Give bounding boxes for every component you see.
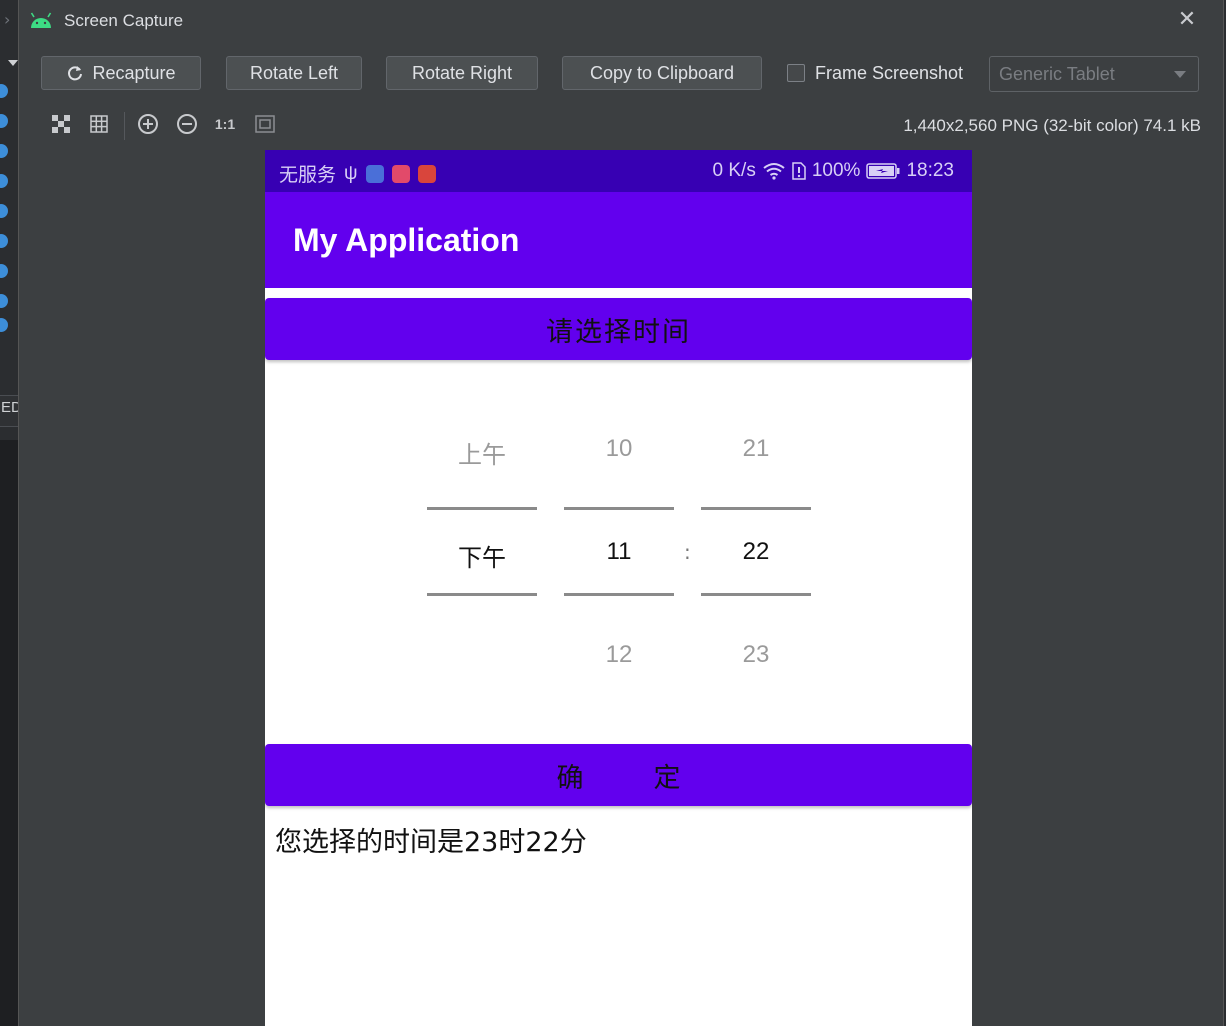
bullet-icon: [0, 114, 8, 128]
zoom-out-icon[interactable]: [175, 112, 199, 136]
toolbar-separator: [124, 112, 125, 140]
battery-charging-icon: [866, 163, 900, 179]
frame-screenshot-checkbox[interactable]: Frame Screenshot: [787, 56, 963, 90]
bullet-icon: [0, 318, 8, 332]
ampm-above[interactable]: 上午: [427, 435, 537, 470]
bullet-icon: [0, 294, 8, 308]
file-info: 1,440x2,560 PNG (32-bit color) 74.1 kB: [903, 116, 1201, 135]
usb-icon: ψ: [344, 162, 358, 184]
refresh-icon: [68, 66, 83, 81]
minute-below[interactable]: 23: [701, 641, 811, 669]
battery-percent: 100%: [811, 160, 861, 181]
fit-screen-icon[interactable]: [253, 112, 277, 136]
bullet-icon: [0, 204, 8, 218]
actual-size-button[interactable]: 1:1: [213, 112, 237, 136]
frame-screenshot-label: Frame Screenshot: [815, 62, 964, 83]
carrier-status: 无服务: [279, 165, 337, 186]
close-icon[interactable]: ✕: [1175, 8, 1199, 32]
hour-below[interactable]: 12: [564, 641, 674, 669]
copy-label: Copy to Clipboard: [589, 62, 735, 83]
toolbar: Recapture Rotate Left Rotate Right Copy …: [19, 56, 1223, 96]
checkerboard-icon[interactable]: [49, 112, 73, 136]
status-bar: 无服务 ψ 0 K/s 100% 18:23: [265, 150, 972, 192]
rotate-right-button[interactable]: Rotate Right: [386, 56, 538, 90]
android-icon: [30, 12, 52, 28]
rotate-right-label: Rotate Right: [411, 62, 513, 83]
minute-selected[interactable]: 22: [701, 538, 811, 566]
hour-divider-top: [564, 507, 674, 510]
grid-icon[interactable]: [87, 112, 111, 136]
checkbox-box[interactable]: [787, 64, 805, 82]
minute-above[interactable]: 21: [701, 435, 811, 463]
device-screenshot: 无服务 ψ 0 K/s 100% 18:23 My Application 请选…: [265, 150, 972, 1026]
bullet-icon: [0, 234, 8, 248]
recapture-button[interactable]: Recapture: [41, 56, 201, 90]
hour-above[interactable]: 10: [564, 435, 674, 463]
confirm-label-left: 确: [556, 762, 584, 794]
result-text: 您选择的时间是23时22分: [275, 827, 587, 858]
chevron-down-icon: [1174, 71, 1186, 78]
bullet-icon: [0, 174, 8, 188]
rotate-left-button[interactable]: Rotate Left: [226, 56, 362, 90]
ampm-divider-top: [427, 507, 537, 510]
news-notification-icon: [417, 164, 436, 183]
hour-selected[interactable]: 11: [564, 538, 674, 566]
title-bar: Screen Capture ✕: [19, 0, 1223, 42]
sim-icon: [792, 162, 806, 180]
select-time-button[interactable]: 请选择时间: [265, 298, 972, 360]
bullet-icon: [0, 144, 8, 158]
maps-notification-icon: [391, 164, 410, 183]
confirm-label-right: 定: [653, 762, 681, 794]
minute-divider-top: [701, 507, 811, 510]
copy-to-clipboard-button[interactable]: Copy to Clipboard: [562, 56, 762, 90]
recapture-label: Recapture: [92, 62, 176, 83]
app-notification-icon: [365, 164, 384, 183]
bullet-icon: [0, 84, 8, 98]
bullet-icon: [0, 264, 8, 278]
ampm-selected[interactable]: 下午: [427, 538, 537, 573]
wifi-icon: [763, 163, 785, 180]
net-speed: 0 K/s: [712, 160, 756, 181]
hour-divider-bottom: [564, 593, 674, 596]
chevron-right-icon[interactable]: ›: [4, 10, 10, 29]
device-frame-select[interactable]: Generic Tablet: [989, 56, 1199, 92]
rotate-left-label: Rotate Left: [249, 62, 339, 83]
confirm-button[interactable]: 确 定: [265, 744, 972, 806]
device-frame-value: Generic Tablet: [999, 63, 1115, 84]
app-title: My Application: [293, 222, 520, 258]
dialog-title: Screen Capture: [64, 11, 184, 30]
app-bar: My Application: [265, 192, 972, 288]
time-separator: :: [684, 540, 691, 564]
viewer-toolbar: 1:1 1,440x2,560 PNG (32-bit color) 74.1 …: [19, 112, 1223, 142]
minute-divider-bottom: [701, 593, 811, 596]
ide-editor-area: [0, 440, 18, 1026]
ide-side-strip: › ED: [0, 0, 22, 1026]
dropdown-arrow-icon[interactable]: [8, 60, 18, 66]
zoom-in-icon[interactable]: [136, 112, 160, 136]
ampm-divider-bottom: [427, 593, 537, 596]
clock: 18:23: [906, 160, 954, 181]
